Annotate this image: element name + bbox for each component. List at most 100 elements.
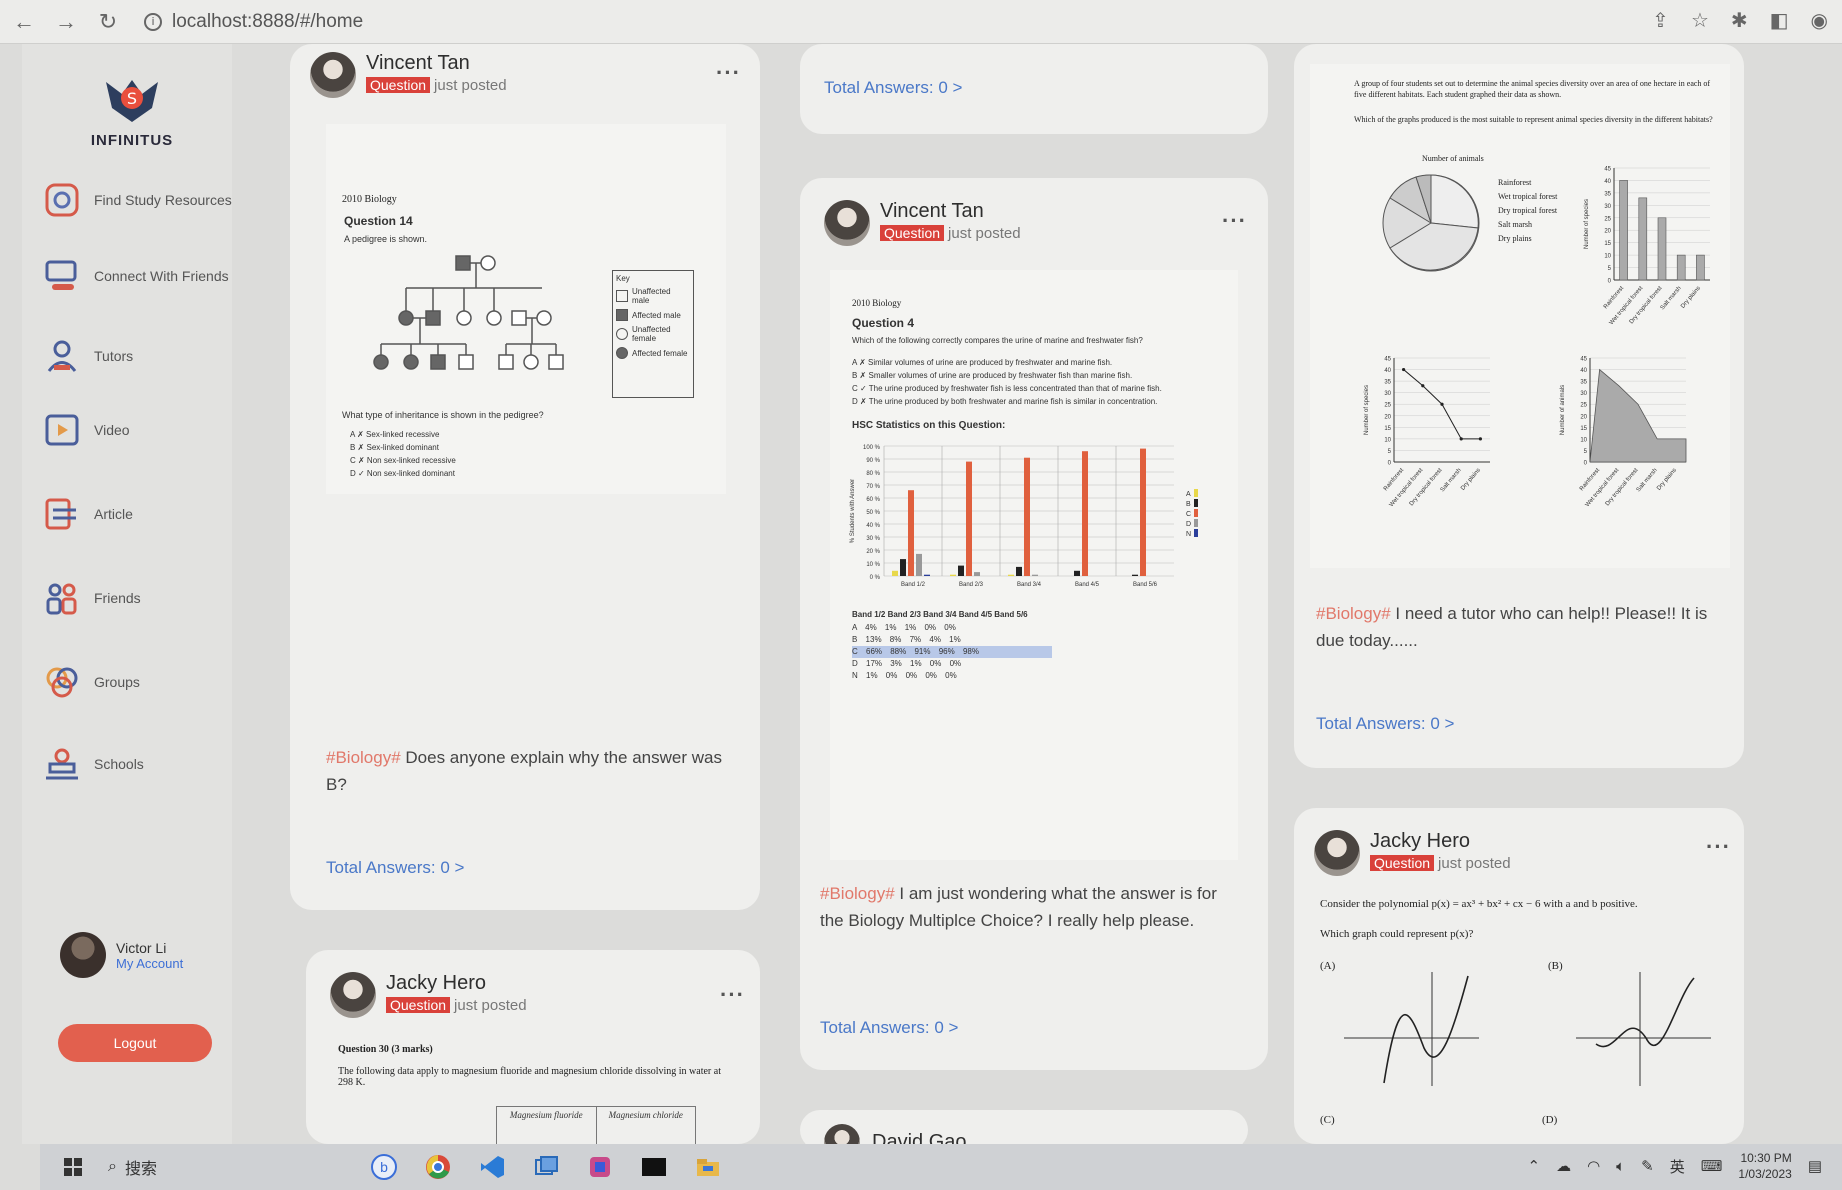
profile-icon[interactable]: ◉ xyxy=(1811,8,1828,32)
sidebar-item-tutors[interactable]: Tutors xyxy=(42,336,232,376)
bar xyxy=(950,574,956,576)
x-tick-label: Wet tropical forest xyxy=(1389,467,1425,508)
vscode-icon[interactable] xyxy=(475,1152,509,1182)
wifi-icon[interactable]: ◠ xyxy=(1587,1157,1600,1175)
terminal-icon[interactable] xyxy=(637,1152,671,1182)
logout-button[interactable]: Logout xyxy=(58,1024,212,1062)
y-tick-label: 30 xyxy=(1580,391,1587,397)
paper-prompt: A pedigree is shown. xyxy=(344,234,428,244)
system-tray: ⌃ ☁ ◠ 🔈︎ ✎ 英 ⌨ 10:30 PM 1/03/2023 ▤ xyxy=(1527,1150,1822,1182)
chevron-up-icon[interactable]: ⌃ xyxy=(1527,1157,1540,1175)
sidebar-item-friends[interactable]: Friends xyxy=(42,578,232,618)
account-block[interactable]: Victor Li My Account xyxy=(60,932,183,978)
avatar[interactable] xyxy=(310,52,356,98)
total-answers-link[interactable]: Total Answers: 0 > xyxy=(820,1018,958,1038)
y-tick-label: 20 xyxy=(1604,229,1611,235)
avatar[interactable] xyxy=(1314,830,1360,876)
avatar[interactable] xyxy=(824,200,870,246)
post-author[interactable]: Jacky Hero xyxy=(1370,830,1511,853)
account-name: Victor Li xyxy=(116,939,167,956)
question-image[interactable]: 2010 Biology Question 4 Which of the fol… xyxy=(830,270,1238,860)
legend-label: B xyxy=(1186,501,1191,508)
windows-start-icon[interactable] xyxy=(56,1152,90,1182)
keyboard-icon[interactable]: ⌨ xyxy=(1701,1157,1723,1175)
taskbar: ⌕ 搜索 b ⌃ ☁ ◠ 🔈︎ ✎ 英 ⌨ 10:30 PM 1/03/2023… xyxy=(40,1144,1842,1190)
sidebar-item-study-resources[interactable]: Find Study Resources xyxy=(42,180,232,220)
pen-icon[interactable]: ✎ xyxy=(1641,1157,1654,1175)
onedrive-icon[interactable]: ☁ xyxy=(1556,1157,1571,1175)
post-card: Vincent Tan Question just posted ··· 2010… xyxy=(290,44,760,910)
legend-swatch xyxy=(1194,499,1198,507)
graph-label: (C) xyxy=(1320,1114,1335,1126)
share-icon[interactable]: ⇪ xyxy=(1652,8,1669,32)
graph-label: (D) xyxy=(1542,1114,1558,1126)
hashtag[interactable]: #Biology# xyxy=(1316,604,1391,623)
star-icon[interactable]: ☆ xyxy=(1691,8,1709,32)
question-image[interactable]: A group of four students set out to dete… xyxy=(1310,64,1730,568)
sidebar-item-video[interactable]: Video xyxy=(42,410,232,450)
bar xyxy=(892,570,898,576)
notification-icon[interactable]: ▤ xyxy=(1808,1157,1822,1175)
avatar[interactable] xyxy=(60,932,106,978)
taskbar-search[interactable]: ⌕ 搜索 xyxy=(108,1155,157,1179)
file-explorer-icon[interactable] xyxy=(691,1152,725,1182)
bar xyxy=(900,559,906,576)
more-options-icon[interactable]: ··· xyxy=(1706,834,1731,860)
paper-question: Which of the graphs produced is the most… xyxy=(1354,115,1713,124)
bar xyxy=(1140,448,1146,576)
svg-text:b: b xyxy=(380,1159,388,1175)
total-answers-link[interactable]: Total Answers: 0 > xyxy=(326,858,464,878)
back-icon[interactable]: ← xyxy=(6,4,42,40)
forward-icon[interactable]: → xyxy=(48,4,84,40)
info-icon[interactable]: i xyxy=(144,12,162,31)
clock[interactable]: 10:30 PM 1/03/2023 xyxy=(1738,1150,1791,1182)
sidebar-item-connect-friends[interactable]: Connect With Friends xyxy=(42,256,232,296)
more-options-icon[interactable]: ··· xyxy=(716,60,741,86)
sidebar-item-schools[interactable]: Schools xyxy=(42,744,232,784)
logo[interactable]: S INFINITUS xyxy=(72,74,192,149)
my-account-link[interactable]: My Account xyxy=(116,956,183,971)
y-tick-label: 0 xyxy=(1388,461,1392,467)
address-bar[interactable]: i localhost:8888/#/home xyxy=(144,11,363,33)
window-switcher-icon[interactable] xyxy=(529,1152,563,1182)
sidebar-item-article[interactable]: Article xyxy=(42,494,232,534)
table-row: B 13% 8% 7% 4% 1% xyxy=(852,635,961,644)
post-author[interactable]: Jacky Hero xyxy=(386,972,527,995)
y-tick-label: 0 % xyxy=(870,575,881,581)
y-axis-label: Number of animals xyxy=(1560,385,1566,435)
sidebar-item-groups[interactable]: Groups xyxy=(42,662,232,702)
input-language[interactable]: 英 xyxy=(1670,1156,1685,1177)
more-options-icon[interactable]: ··· xyxy=(720,982,745,1008)
paper-line: The following data apply to magnesium fl… xyxy=(338,1066,721,1088)
total-answers-link[interactable]: Total Answers: 0 > xyxy=(1316,714,1454,734)
connect-friends-icon xyxy=(42,256,82,296)
paper-title: 2010 Biology xyxy=(852,298,902,308)
avatar[interactable] xyxy=(330,972,376,1018)
chrome-icon[interactable] xyxy=(421,1152,455,1182)
extensions-icon[interactable]: ✱ xyxy=(1731,8,1748,32)
bar xyxy=(958,565,964,576)
graph-b xyxy=(1576,972,1711,1086)
bing-icon[interactable]: b xyxy=(367,1152,401,1182)
svg-text:S: S xyxy=(127,89,137,108)
bar xyxy=(1008,574,1014,576)
sidepanel-icon[interactable]: ◧ xyxy=(1770,8,1789,32)
reload-icon[interactable]: ↻ xyxy=(90,4,126,40)
y-tick-label: 20 xyxy=(1580,414,1587,420)
post-author[interactable]: Vincent Tan xyxy=(366,52,507,75)
species-line-chart: 051015202530354045Number of speciesRainf… xyxy=(1364,357,1490,508)
app-icon[interactable] xyxy=(583,1152,617,1182)
friends-icon xyxy=(42,578,82,618)
volume-icon[interactable]: 🔈︎ xyxy=(1616,1158,1625,1175)
post-author[interactable]: Vincent Tan xyxy=(880,200,1021,223)
sidebar-item-label: Find Study Resources xyxy=(94,192,232,208)
question-image[interactable]: 2010 Biology Question 14 A pedigree is s… xyxy=(326,124,726,494)
bar xyxy=(908,490,914,576)
more-options-icon[interactable]: ··· xyxy=(1222,208,1247,234)
y-tick-label: 45 xyxy=(1384,357,1391,363)
stats-title: HSC Statistics on this Question: xyxy=(852,420,1006,431)
hashtag[interactable]: #Biology# xyxy=(820,884,895,903)
hashtag[interactable]: #Biology# xyxy=(326,748,401,767)
total-answers-link[interactable]: Total Answers: 0 > xyxy=(824,78,962,98)
y-tick-label: 60 % xyxy=(866,497,880,503)
